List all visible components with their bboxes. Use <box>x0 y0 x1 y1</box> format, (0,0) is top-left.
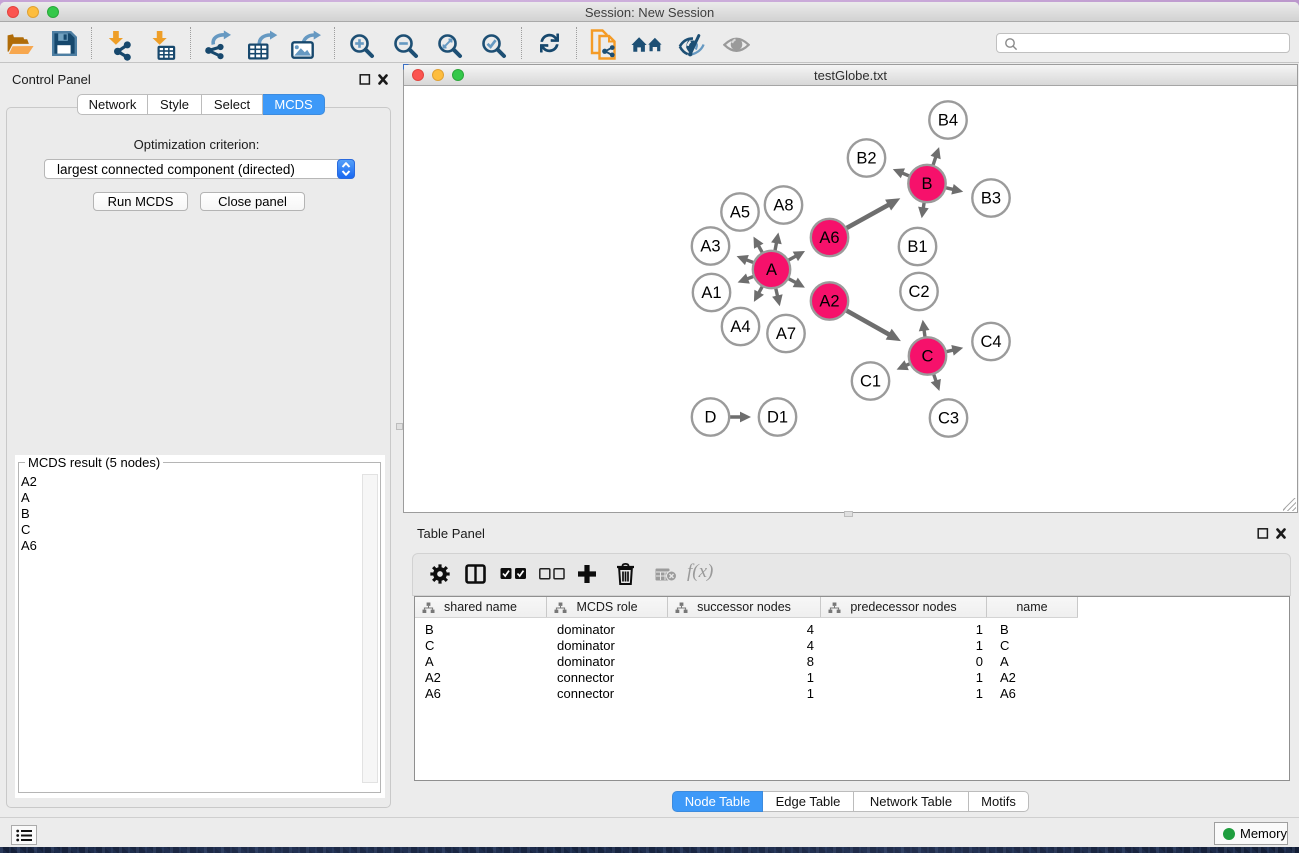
svg-text:C3: C3 <box>938 410 959 428</box>
svg-text:C1: C1 <box>860 373 881 391</box>
svg-text:A7: A7 <box>776 325 796 343</box>
svg-text:D: D <box>705 409 717 427</box>
svg-text:B1: B1 <box>907 238 927 256</box>
svg-text:A: A <box>766 261 777 279</box>
svg-text:A6: A6 <box>819 229 839 247</box>
svg-text:A2: A2 <box>819 293 839 311</box>
svg-text:B4: B4 <box>938 112 958 130</box>
svg-text:C4: C4 <box>980 333 1001 351</box>
svg-text:C2: C2 <box>908 283 929 301</box>
svg-text:A8: A8 <box>773 197 793 215</box>
svg-text:B: B <box>921 175 932 193</box>
svg-text:C: C <box>922 348 934 366</box>
svg-text:B2: B2 <box>856 150 876 168</box>
svg-text:B3: B3 <box>981 190 1001 208</box>
svg-text:A1: A1 <box>701 284 721 302</box>
svg-text:A3: A3 <box>700 238 720 256</box>
svg-text:D1: D1 <box>767 409 788 427</box>
svg-text:A5: A5 <box>730 204 750 222</box>
svg-text:A4: A4 <box>730 318 750 336</box>
